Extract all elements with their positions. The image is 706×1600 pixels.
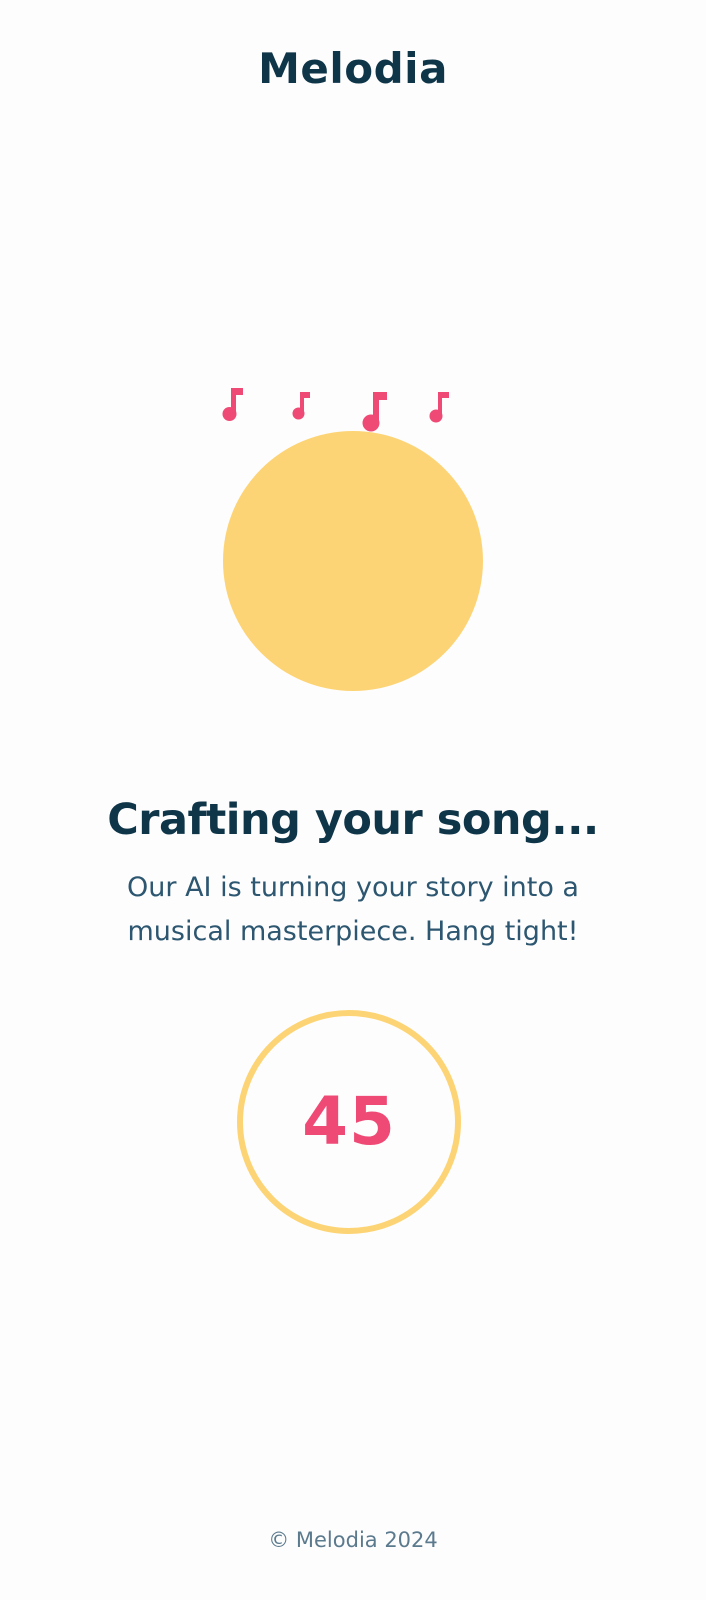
floating-notes — [0, 0, 706, 460]
status-message: Our AI is turning your story into a musi… — [127, 872, 579, 947]
countdown-ring: 45 — [237, 1010, 461, 1234]
loading-blob — [223, 431, 483, 691]
footer-copyright: © Melodia 2024 — [268, 1528, 438, 1552]
status-title: Crafting your song... — [107, 795, 599, 845]
music-note-icon — [429, 392, 449, 423]
music-note-icon — [362, 392, 387, 432]
music-note-icon — [292, 392, 310, 420]
countdown-value: 45 — [302, 1082, 396, 1160]
music-note-icon — [222, 388, 243, 421]
